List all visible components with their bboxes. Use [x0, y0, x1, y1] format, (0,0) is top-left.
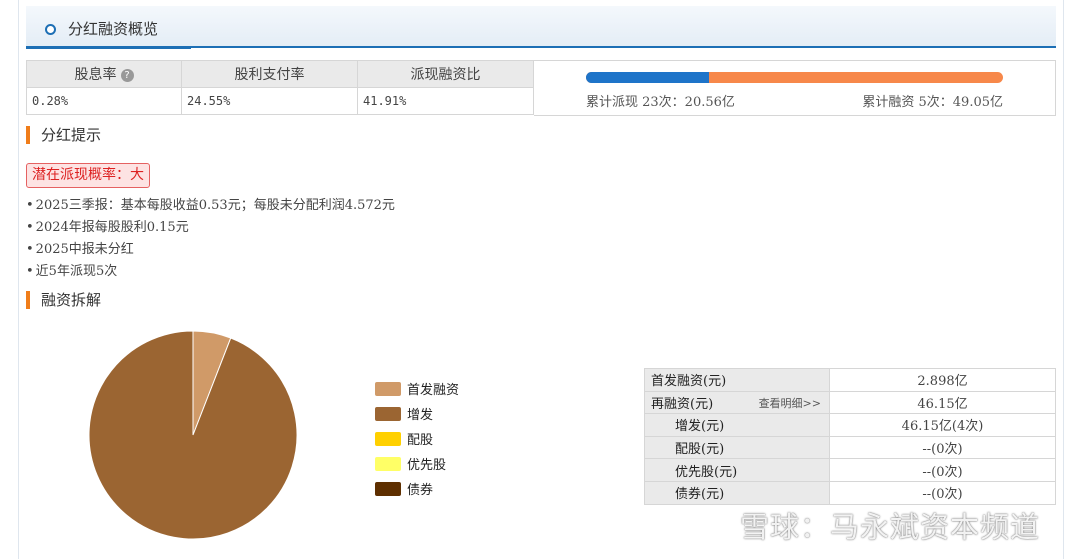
- dividend-probability-badge: 潜在派现概率：大: [26, 163, 150, 188]
- row-label-bonds: 债券(元): [644, 480, 830, 505]
- table-row: 增发(元) 46.15亿(4次): [644, 413, 1056, 437]
- header-tab-underline: [26, 46, 191, 49]
- financing-pie-chart: [88, 330, 298, 540]
- value-dividend-financing-ratio: 41.91%: [357, 87, 534, 115]
- watermark: 雪球：马永斌资本频道: [700, 504, 1040, 546]
- row-value-bonds: --(0次): [829, 480, 1056, 505]
- row-value-preferred-stock: --(0次): [829, 458, 1056, 482]
- legend-swatch: [375, 456, 401, 471]
- dividend-tips-list: 2025三季报：基本每股收益0.53元；每股未分配利润4.572元 2024年报…: [26, 196, 395, 284]
- row-label-preferred-stock: 优先股(元): [644, 458, 830, 482]
- list-item: 近5年派现5次: [26, 262, 395, 284]
- cumulative-dividend-label: 累计派现 23次：20.56亿: [586, 95, 735, 110]
- legend-item-additional-issue[interactable]: 增发: [375, 401, 459, 426]
- row-value-additional-issue: 46.15亿(4次): [829, 413, 1056, 437]
- section-header: 分红融资概览: [26, 6, 1056, 49]
- row-value-ipo: 2.898亿: [829, 368, 1056, 392]
- legend-item-ipo[interactable]: 首发融资: [375, 376, 459, 401]
- header-dividend-financing-ratio: 派现融资比: [357, 60, 534, 88]
- table-row: 优先股(元) --(0次): [644, 458, 1056, 482]
- legend-label: 债券: [407, 483, 434, 498]
- list-item: 2025中报未分红: [26, 240, 395, 262]
- table-row: 再融资(元) 查看明细>> 46.15亿: [644, 390, 1056, 415]
- legend-label: 增发: [407, 408, 434, 423]
- financing-table: 首发融资(元) 2.898亿 再融资(元) 查看明细>> 46.15亿 增发(元…: [644, 368, 1056, 505]
- summary-table: 股息率? 股利支付率 派现融资比 0.28% 24.55% 41.91%: [26, 60, 534, 115]
- row-label-rights-issue: 配股(元): [644, 435, 830, 460]
- financing-breakdown-title: 融资拆解: [26, 291, 101, 309]
- legend-swatch: [375, 381, 401, 396]
- table-row: 债券(元) --(0次): [644, 480, 1056, 505]
- row-value-refinancing: 46.15亿: [829, 390, 1056, 415]
- pie-slice-1[interactable]: [88, 330, 298, 540]
- legend-swatch: [375, 406, 401, 421]
- legend-swatch: [375, 431, 401, 446]
- row-label-refinancing: 再融资(元) 查看明细>>: [644, 390, 830, 415]
- table-row: 首发融资(元) 2.898亿: [644, 368, 1056, 392]
- value-dividend-yield: 0.28%: [26, 87, 182, 115]
- page-title: 分红融资概览: [68, 20, 159, 38]
- circle-icon: [45, 24, 56, 35]
- table-row: 配股(元) --(0次): [644, 435, 1056, 460]
- question-icon[interactable]: ?: [120, 68, 134, 82]
- view-details-link[interactable]: 查看明细>>: [759, 395, 821, 411]
- snowball-logo-icon: [701, 509, 733, 541]
- legend-item-rights-issue[interactable]: 配股: [375, 426, 459, 451]
- watermark-text: 雪球：马永斌资本频道: [740, 510, 1041, 544]
- list-item: 2025三季报：基本每股收益0.53元；每股未分配利润4.572元: [26, 196, 395, 218]
- legend-label: 配股: [407, 433, 434, 448]
- ratio-bar: [586, 72, 1003, 83]
- cumulative-financing-label: 累计融资 5次：49.05亿: [862, 95, 1003, 110]
- legend-item-bonds[interactable]: 债券: [375, 476, 459, 501]
- legend-label: 首发融资: [407, 383, 460, 398]
- header-dividend-yield: 股息率?: [26, 60, 182, 88]
- header-payout-ratio: 股利支付率: [181, 60, 358, 88]
- dividend-hint-title: 分红提示: [26, 126, 101, 144]
- list-item: 2024年报每股股利0.15元: [26, 218, 395, 240]
- row-label-additional-issue: 增发(元): [644, 413, 830, 437]
- row-label-ipo: 首发融资(元): [644, 368, 830, 392]
- ratio-bar-dividend-fill: [586, 72, 710, 83]
- legend-label: 优先股: [407, 458, 447, 473]
- row-value-rights-issue: --(0次): [829, 435, 1056, 460]
- legend-item-preferred-stock[interactable]: 优先股: [375, 451, 459, 476]
- legend-swatch: [375, 481, 401, 496]
- dividend-financing-ratio-panel: 累计派现 23次：20.56亿 累计融资 5次：49.05亿: [534, 60, 1056, 116]
- pie-legend: 首发融资 增发 配股 优先股 债券: [375, 376, 459, 501]
- value-payout-ratio: 24.55%: [181, 87, 358, 115]
